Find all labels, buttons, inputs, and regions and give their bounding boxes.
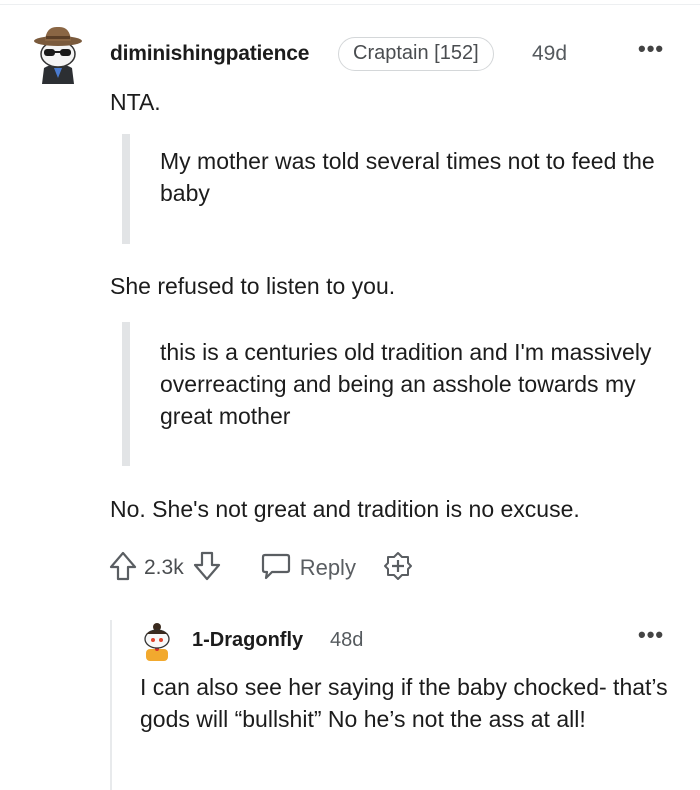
reply-text: I can also see her saying if the baby ch…	[140, 674, 668, 732]
blockquote: this is a centuries old tradition and I'…	[122, 322, 662, 466]
award-button[interactable]	[382, 550, 414, 587]
comment-paragraph: NTA.	[110, 89, 161, 115]
thread-line[interactable]	[110, 620, 112, 790]
blockquote: My mother was told several times not to …	[122, 134, 662, 244]
reply-label: Reply	[299, 555, 356, 580]
comment-paragraph: She refused to listen to you.	[110, 273, 396, 299]
more-options-icon[interactable]: •••	[638, 36, 664, 62]
comment-age[interactable]: 49d	[532, 42, 567, 66]
blockquote-text: My mother was told several times not to …	[160, 148, 655, 206]
comment-paragraph: No. She's not great and tradition is no …	[110, 496, 580, 522]
user-flair-badge: Craptain [152]	[338, 37, 494, 71]
downvote-arrow-icon[interactable]	[192, 550, 222, 587]
speech-bubble-icon	[260, 551, 292, 586]
reply-avatar-icon[interactable]	[140, 622, 174, 662]
top-divider	[0, 4, 700, 5]
reply-age[interactable]: 48d	[330, 629, 363, 652]
comment-username[interactable]: diminishingpatience	[110, 42, 309, 66]
reply-more-options-icon[interactable]: •••	[638, 622, 664, 648]
reply-button[interactable]: Reply	[260, 551, 356, 586]
reply-username[interactable]: 1-Dragonfly	[192, 629, 303, 652]
upvote-arrow-icon[interactable]	[108, 550, 138, 587]
comment-action-bar: 2.3k Reply	[108, 550, 414, 586]
vote-score: 2.3k	[144, 556, 184, 579]
user-avatar-icon[interactable]	[30, 22, 86, 86]
award-plus-icon	[382, 550, 414, 587]
blockquote-text: this is a centuries old tradition and I'…	[160, 339, 652, 429]
